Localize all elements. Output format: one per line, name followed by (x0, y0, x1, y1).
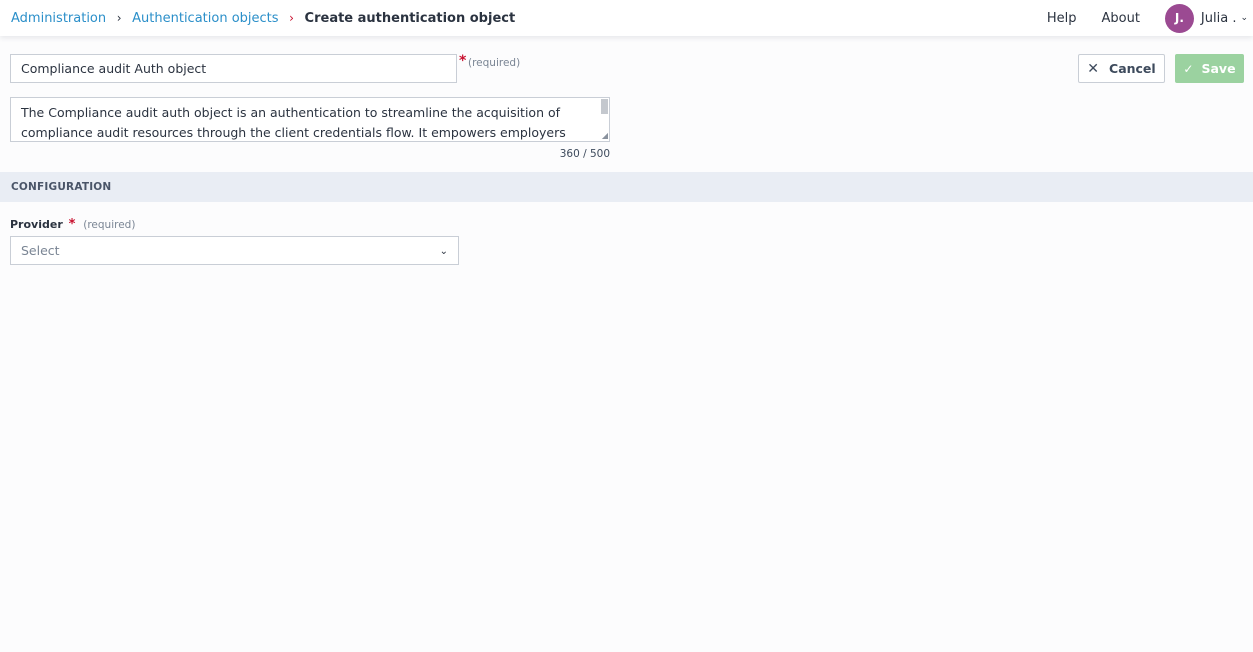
chevron-right-icon: › (116, 11, 122, 25)
page-title: Create authentication object (304, 10, 516, 26)
top-right-nav: Help About J. Julia . ⌄ (1047, 0, 1253, 36)
description-textarea[interactable]: The Compliance audit auth object is an a… (10, 97, 610, 142)
chevron-down-icon: ⌄ (1240, 13, 1248, 23)
provider-placeholder: Select (21, 243, 60, 258)
provider-label: Provider (10, 218, 63, 231)
breadcrumb-authentication-objects[interactable]: Authentication objects (132, 11, 278, 26)
scrollbar[interactable] (601, 99, 608, 114)
provider-label-group: Provider * (required) (10, 217, 135, 232)
required-marker: * (68, 217, 76, 232)
provider-select[interactable]: Select ⌄ (10, 236, 459, 265)
section-configuration: CONFIGURATION (0, 172, 1253, 202)
description-text: The Compliance audit auth object is an a… (21, 105, 566, 140)
top-bar: Administration › Authentication objects … (0, 0, 1253, 36)
required-label: (required) (468, 57, 521, 69)
breadcrumb: Administration › Authentication objects … (0, 11, 515, 26)
resize-handle-icon[interactable]: ◢ (602, 132, 608, 140)
chevron-right-icon: › (289, 11, 294, 25)
name-input[interactable] (10, 54, 457, 83)
close-icon: ✕ (1087, 60, 1100, 77)
cancel-label: Cancel (1109, 61, 1156, 76)
about-link[interactable]: About (1101, 11, 1139, 26)
char-counter: 360 / 500 (559, 148, 610, 160)
cancel-button[interactable]: ✕ Cancel (1078, 54, 1165, 83)
avatar: J. (1164, 3, 1194, 33)
user-menu[interactable]: J. Julia . ⌄ (1164, 3, 1248, 33)
breadcrumb-administration[interactable]: Administration (11, 11, 106, 26)
save-button[interactable]: ✓ Save (1175, 54, 1244, 83)
required-marker: * (459, 53, 467, 69)
check-icon: ✓ (1183, 61, 1194, 76)
save-label: Save (1201, 61, 1236, 76)
required-label: (required) (83, 219, 136, 231)
help-link[interactable]: Help (1047, 11, 1077, 26)
chevron-down-icon: ⌄ (439, 246, 448, 257)
user-name: Julia . (1200, 10, 1237, 26)
